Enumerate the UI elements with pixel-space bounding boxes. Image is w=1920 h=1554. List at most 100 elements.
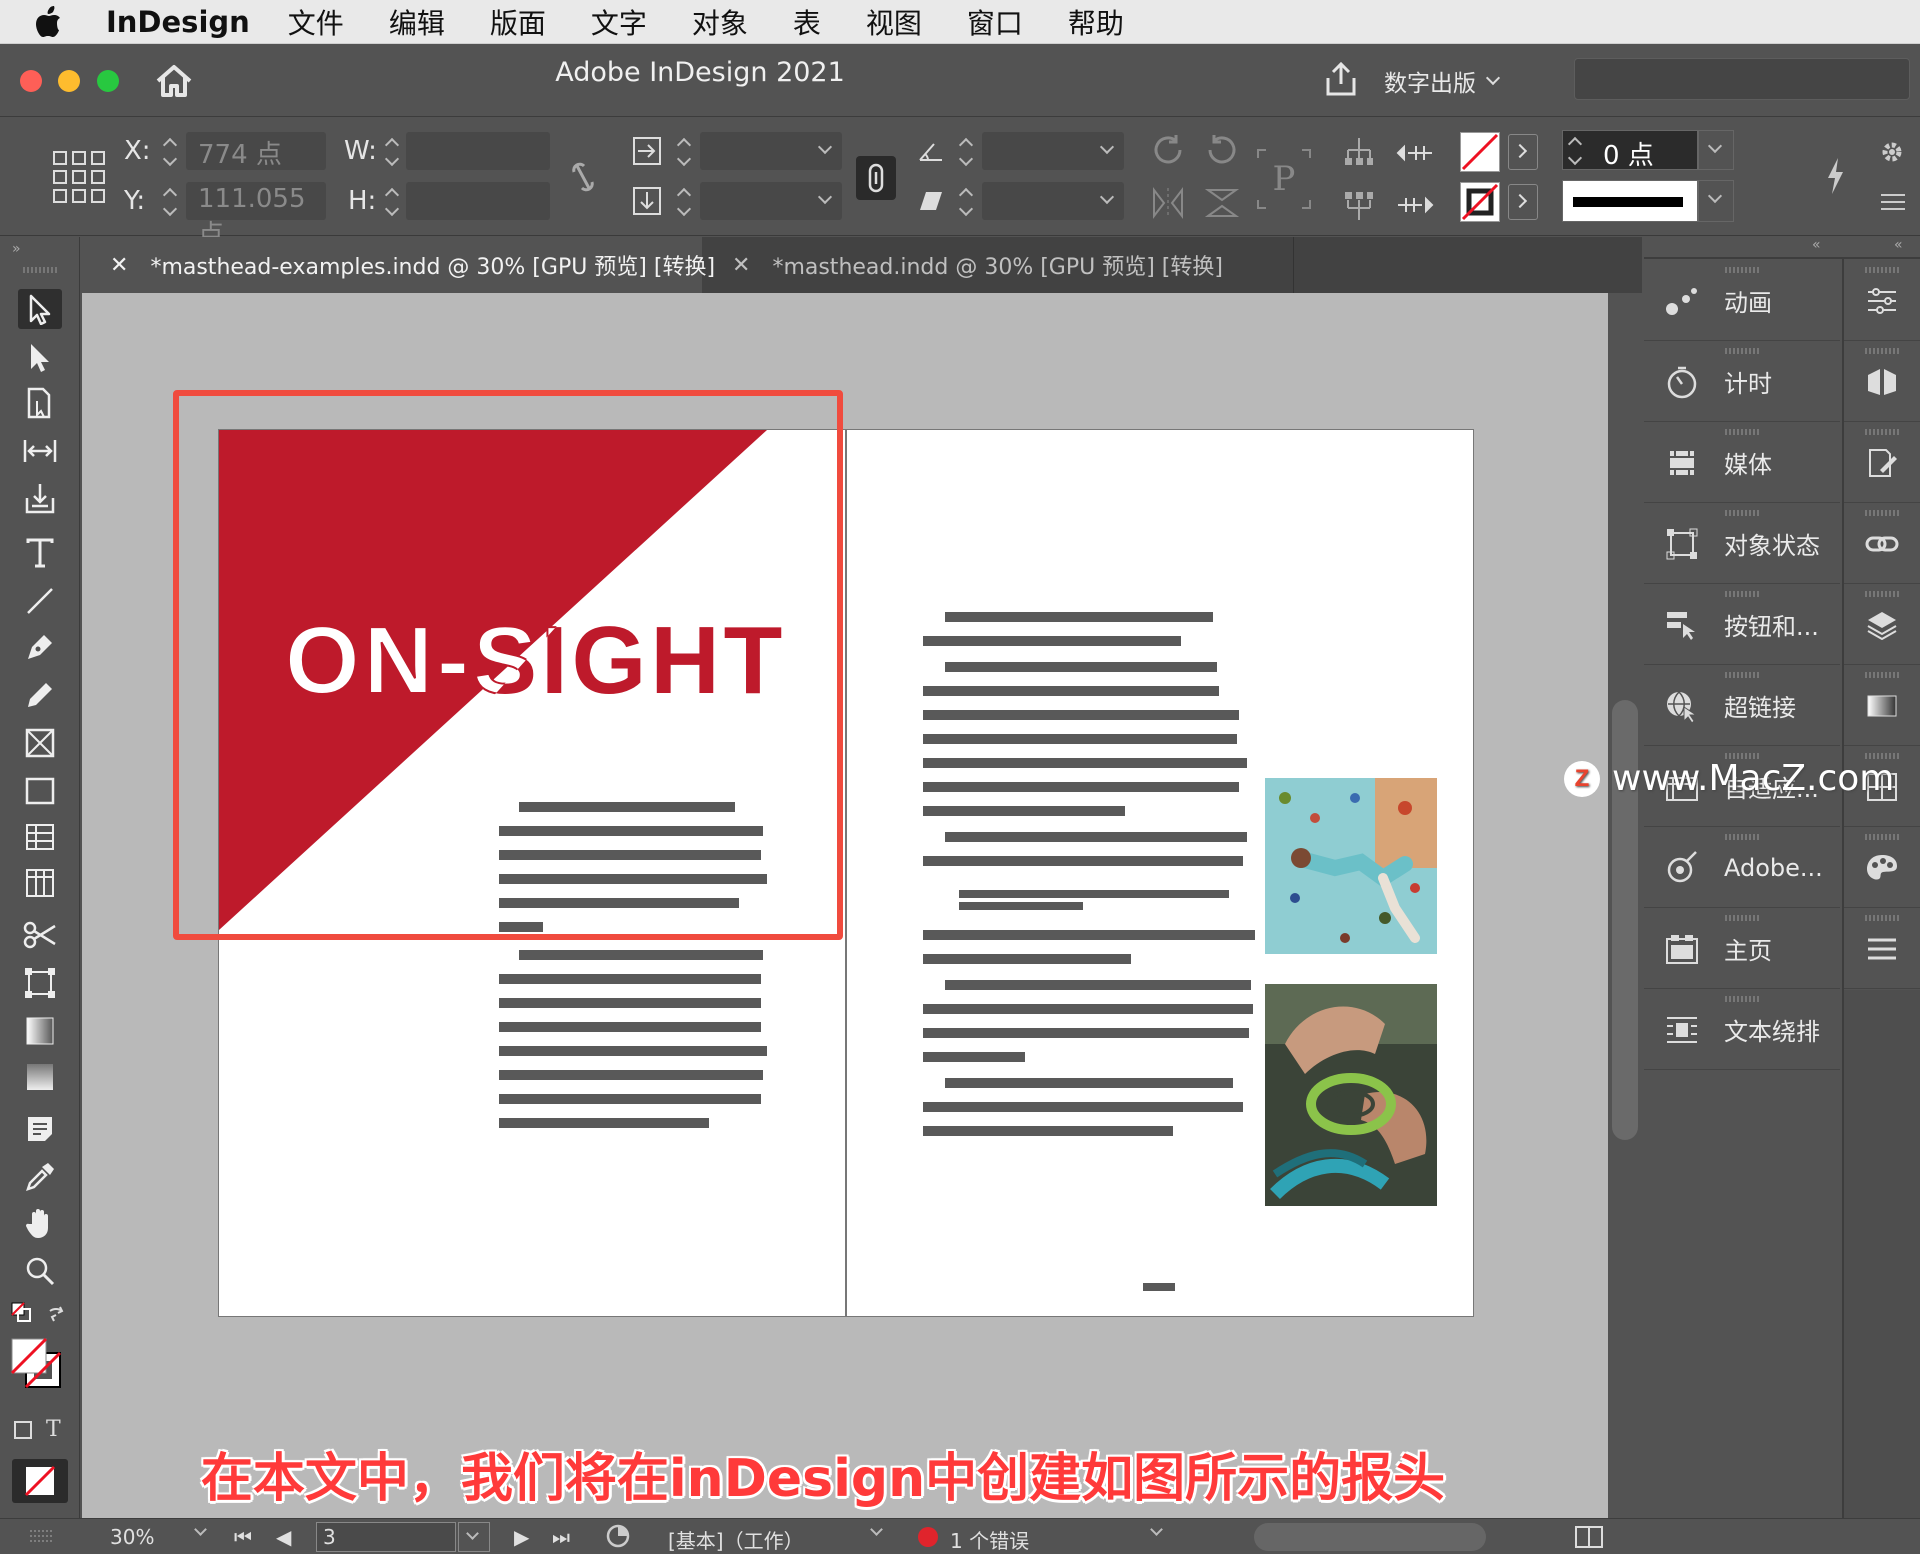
preflight-profile[interactable]: [基本]（工作）: [668, 1525, 804, 1554]
fill-swatch[interactable]: [1460, 132, 1500, 172]
y-field[interactable]: 111.055 点: [186, 182, 326, 250]
stroke-menu-button[interactable]: [1508, 184, 1538, 220]
line-tool-icon[interactable]: [18, 581, 62, 621]
stroke-weight-dropdown[interactable]: [1698, 130, 1734, 170]
pen-tool-icon[interactable]: [18, 627, 62, 667]
panel-adobe-color[interactable]: Adobe...: [1644, 828, 1840, 908]
reference-point-icon[interactable]: [52, 150, 106, 204]
menu-type[interactable]: 文字: [591, 2, 647, 42]
scale-x-icon[interactable]: [632, 136, 662, 166]
tab-masthead-examples[interactable]: ✕ *masthead-examples.indd @ 30% [GPU 预览]…: [82, 237, 715, 293]
gear-icon[interactable]: [1880, 140, 1904, 164]
distribute-top-icon[interactable]: [1344, 136, 1374, 170]
rectangle-frame-tool-icon[interactable]: [18, 723, 62, 763]
stroke-swatch[interactable]: [1460, 182, 1500, 222]
swap-fill-stroke-icon[interactable]: [46, 1303, 68, 1325]
reference-p-icon[interactable]: P: [1256, 148, 1312, 210]
color-palette-icon[interactable]: [1844, 828, 1920, 908]
search-input[interactable]: [1574, 58, 1910, 100]
scale-y-stepper[interactable]: [676, 184, 694, 220]
panel-object-states[interactable]: 对象状态: [1644, 504, 1840, 584]
type-tool-icon[interactable]: [18, 533, 62, 573]
panel-text-wrap[interactable]: 文本绕排: [1644, 990, 1840, 1070]
link-scale-icon[interactable]: [856, 156, 896, 200]
last-page-icon[interactable]: ⏭: [552, 1525, 570, 1549]
scale-y-icon[interactable]: [632, 186, 662, 216]
first-page-icon[interactable]: ⏮: [234, 1525, 252, 1549]
shear-stepper[interactable]: [958, 184, 976, 220]
eyedropper-tool-icon[interactable]: [18, 1157, 62, 1197]
fill-menu-button[interactable]: [1508, 134, 1538, 170]
page-tool-icon[interactable]: [18, 383, 62, 423]
menu-file[interactable]: 文件: [288, 2, 344, 42]
edit-panel-icon[interactable]: [1844, 423, 1920, 503]
collapse-panel-icon-2[interactable]: «: [1894, 237, 1903, 253]
stroke-weight-stepper[interactable]: [1567, 133, 1585, 169]
quick-apply-icon[interactable]: [1824, 156, 1846, 196]
error-count[interactable]: 1 个错误: [950, 1525, 1029, 1554]
scissors-tool-icon[interactable]: [18, 915, 62, 955]
preflight-icon[interactable]: [606, 1523, 632, 1549]
menu-edit[interactable]: 编辑: [389, 2, 445, 42]
hand-tool-icon[interactable]: [18, 1203, 62, 1243]
collapse-panel-icon[interactable]: «: [1812, 237, 1821, 253]
rotate-counterclockwise-icon[interactable]: [1204, 132, 1240, 168]
grid-layout-tool-icon[interactable]: [18, 863, 62, 903]
selection-tool-icon[interactable]: [18, 289, 62, 329]
y-stepper[interactable]: [162, 184, 180, 220]
climbing-wall-image[interactable]: [1265, 778, 1437, 954]
zoom-dropdown-icon[interactable]: [194, 1523, 207, 1536]
panel-menu-icon[interactable]: [1880, 192, 1906, 212]
gap-tool-icon[interactable]: [18, 431, 62, 471]
panel-media[interactable]: 媒体: [1644, 423, 1840, 503]
pencil-tool-icon[interactable]: [18, 675, 62, 715]
flip-vertical-icon[interactable]: [1204, 186, 1240, 220]
table-tool-icon[interactable]: [18, 817, 62, 857]
split-view-icon[interactable]: [1574, 1525, 1604, 1549]
page-number-field[interactable]: 3: [316, 1522, 456, 1552]
shear-angle-icon[interactable]: [918, 190, 944, 212]
flip-horizontal-icon[interactable]: [1150, 186, 1186, 220]
rectangle-tool-icon[interactable]: [18, 771, 62, 811]
x-field[interactable]: 774 点: [186, 132, 326, 170]
menu-panel-icon[interactable]: [1844, 909, 1920, 989]
page-dropdown-button[interactable]: [458, 1522, 490, 1552]
distribute-left-icon[interactable]: [1396, 136, 1434, 170]
stroke-weight-field[interactable]: 0 点: [1562, 130, 1698, 171]
cc-libraries-icon[interactable]: [1844, 342, 1920, 422]
workspace-switcher[interactable]: 数字出版: [1384, 61, 1544, 101]
distribute-right-icon[interactable]: [1396, 188, 1434, 222]
scale-y-field[interactable]: [700, 182, 842, 220]
gradient-panel-icon[interactable]: [1844, 666, 1920, 746]
panel-timing[interactable]: 计时: [1644, 342, 1840, 422]
panel-hyperlinks[interactable]: 超链接: [1644, 666, 1840, 746]
rotation-field[interactable]: [982, 132, 1124, 170]
layers-icon[interactable]: [1844, 585, 1920, 665]
apple-logo-icon[interactable]: [34, 5, 84, 38]
x-stepper[interactable]: [162, 134, 180, 170]
menu-window[interactable]: 窗口: [967, 2, 1023, 42]
note-tool-icon[interactable]: [18, 1109, 62, 1149]
menu-object[interactable]: 对象: [692, 2, 748, 42]
profile-dropdown-icon[interactable]: [870, 1523, 883, 1536]
document-canvas[interactable]: ON-SIGHT ON-SIGHT: [82, 293, 1608, 1518]
tab-masthead[interactable]: ✕ *masthead.indd @ 30% [GPU 预览] [转换]: [704, 237, 1294, 293]
menu-view[interactable]: 视图: [866, 2, 922, 42]
menu-layout[interactable]: 版面: [490, 2, 546, 42]
rotation-angle-icon[interactable]: [918, 140, 944, 162]
shear-field[interactable]: [982, 182, 1124, 220]
panel-buttons-forms[interactable]: 按钮和...: [1644, 585, 1840, 665]
rotation-stepper[interactable]: [958, 134, 976, 170]
scale-x-stepper[interactable]: [676, 134, 694, 170]
zoom-level[interactable]: 30%: [110, 1525, 154, 1549]
next-page-icon[interactable]: ▶: [514, 1525, 529, 1549]
h-stepper[interactable]: [384, 184, 402, 220]
horizontal-scrollbar[interactable]: [1254, 1523, 1486, 1551]
panel-pages[interactable]: 主页: [1644, 909, 1840, 989]
stroke-type-dropdown[interactable]: [1698, 180, 1734, 222]
default-fill-stroke-icon[interactable]: [10, 1301, 32, 1323]
close-tab-icon[interactable]: ✕: [110, 253, 128, 278]
panel-animation[interactable]: 动画: [1644, 261, 1840, 341]
gradient-swatch-tool-icon[interactable]: [18, 1011, 62, 1051]
h-field[interactable]: [406, 182, 550, 220]
